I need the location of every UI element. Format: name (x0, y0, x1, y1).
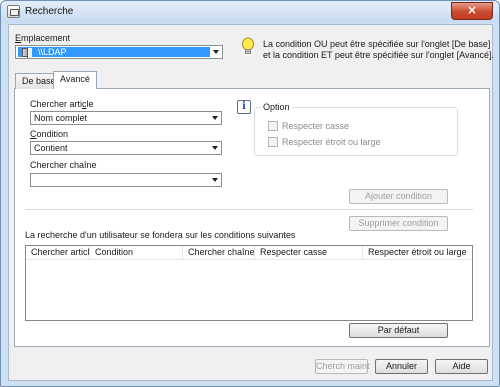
hint-line-1: La condition OU peut être spécifiée sur … (263, 39, 491, 49)
chercher-chaine-combobox[interactable] (30, 173, 222, 187)
chercher-article-dropdown[interactable]: Nom complet (30, 111, 222, 125)
title-bar[interactable]: Recherche × (1, 1, 499, 23)
emplacement-dropdown[interactable]: \\LDAP (15, 45, 223, 59)
chercher-chaine-label: Chercher chaîne (30, 160, 97, 170)
chevron-down-icon (213, 50, 219, 54)
chevron-down-icon (212, 146, 218, 150)
column-chercher-chaine[interactable]: Chercher chaîne (183, 246, 255, 260)
respecter-casse-label: Respecter casse (282, 121, 350, 131)
column-respecter-etroit-large[interactable]: Respecter étroit ou large (363, 246, 472, 260)
condition-dropdown[interactable]: Contient (30, 141, 222, 155)
ldap-server-icon (22, 48, 32, 58)
conditions-listview[interactable]: Chercher article Condition Chercher chaî… (25, 245, 473, 321)
par-defaut-button[interactable]: Par défaut (349, 323, 448, 338)
annuler-button[interactable]: Annuler (375, 359, 428, 374)
column-respecter-casse[interactable]: Respecter casse (255, 246, 363, 260)
emplacement-value: \\LDAP (38, 47, 67, 57)
chevron-down-icon (212, 178, 218, 182)
cherch-maint-button[interactable]: Cherch maint (315, 359, 370, 374)
chercher-article-value: Nom complet (34, 113, 88, 123)
close-button[interactable]: × (451, 2, 493, 20)
hint-line-2: et la condition ET peut être spécifiée s… (263, 50, 495, 60)
aide-button[interactable]: Aide (435, 359, 488, 374)
respecter-etroit-large-checkbox[interactable] (268, 137, 278, 147)
ajouter-condition-button[interactable]: Ajouter condition (349, 189, 448, 204)
supprimer-condition-button[interactable]: Supprimer condition (349, 216, 448, 231)
lightbulb-icon (242, 37, 254, 54)
chercher-article-label: Chercher article (30, 99, 94, 109)
column-chercher-article[interactable]: Chercher article (26, 246, 90, 260)
app-icon (7, 5, 20, 18)
respecter-etroit-large-label: Respecter étroit ou large (282, 137, 381, 147)
option-groupbox (254, 107, 458, 156)
info-icon: i (237, 100, 251, 114)
condition-value: Contient (34, 143, 68, 153)
separator (25, 209, 473, 210)
listview-header: Chercher article Condition Chercher chaî… (26, 246, 472, 260)
column-condition[interactable]: Condition (90, 246, 183, 260)
respecter-casse-checkbox[interactable] (268, 121, 278, 131)
tab-avance[interactable]: Avancé (53, 71, 97, 89)
search-dialog-window: Recherche × Emplacement \\LDAP La condit… (0, 0, 500, 387)
condition-label: Condition (30, 129, 69, 139)
chevron-down-icon (212, 116, 218, 120)
window-title: Recherche (25, 6, 74, 17)
emplacement-label: Emplacement (15, 33, 71, 43)
conditions-caption: La recherche d'un utilisateur se fondera… (25, 230, 296, 240)
option-group-title: Option (261, 102, 292, 112)
dialog-client-area: Emplacement \\LDAP La condition OU peut … (8, 24, 495, 381)
